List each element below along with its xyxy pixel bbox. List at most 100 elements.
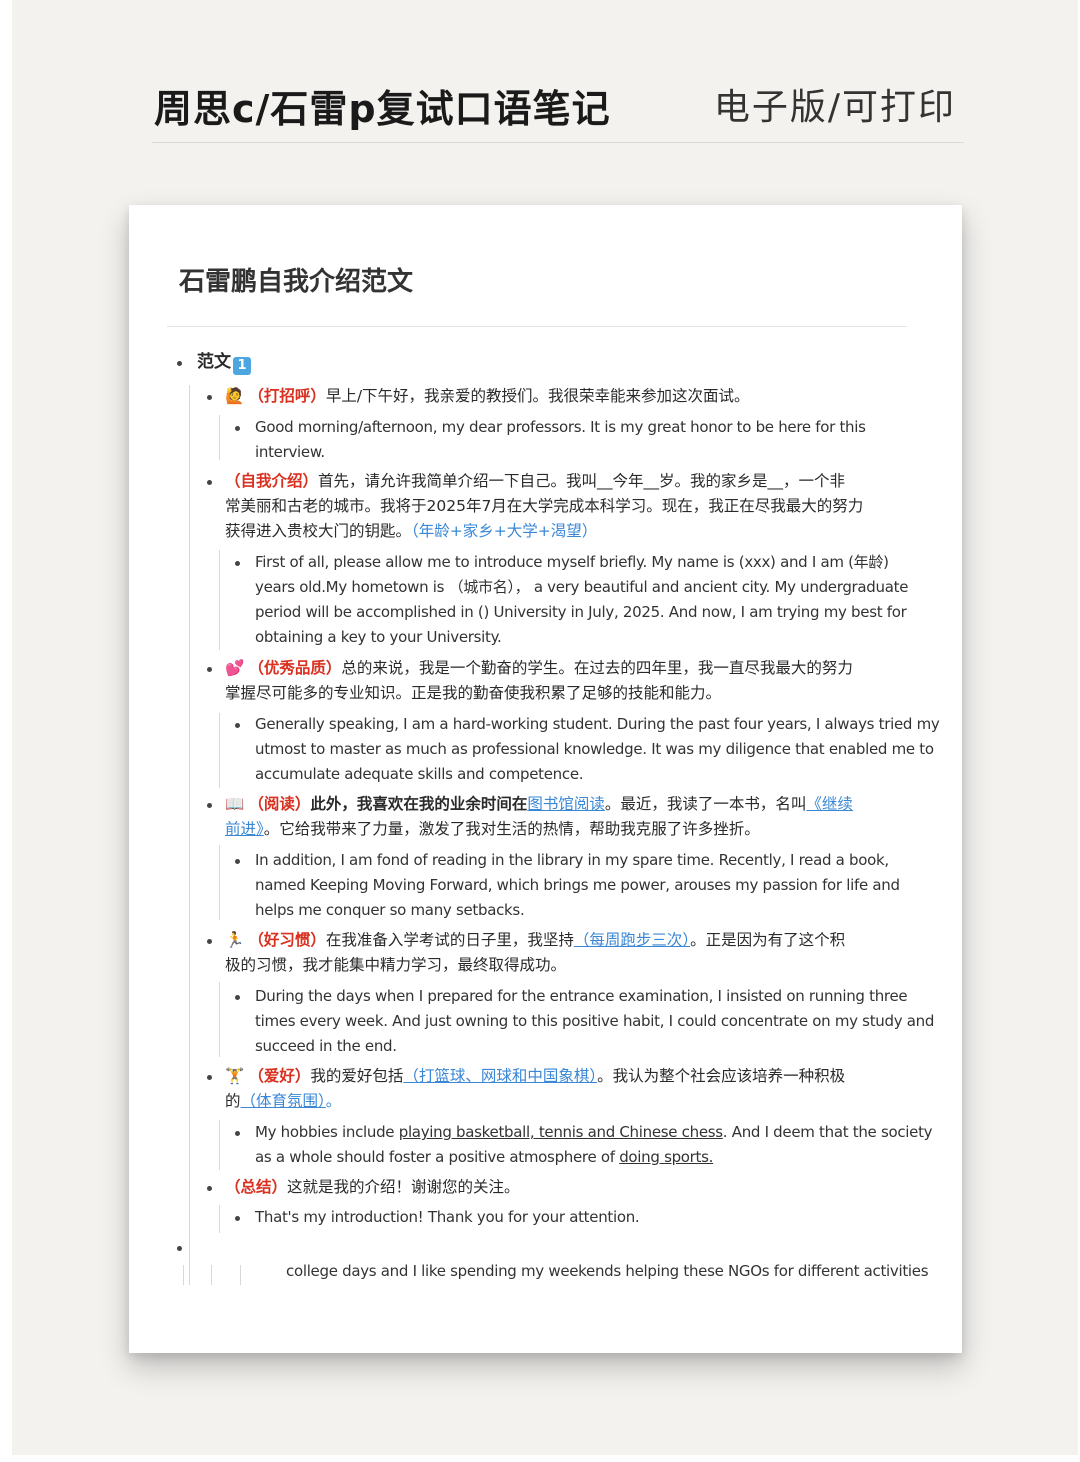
greeting-en-line: Good morning/afternoon, my dear professo…	[255, 418, 866, 436]
raising-hand-icon: 🙋	[225, 387, 245, 405]
indent-guide	[219, 982, 220, 1057]
habit-zh-line: 极的习惯，我才能集中精力学习，最终取得成功。	[225, 956, 567, 974]
bullet	[235, 723, 240, 728]
intro-hint-link[interactable]: （年龄+家乡+大学+渴望）	[411, 522, 597, 540]
habit-text: 。正是因为有了这个积	[690, 931, 846, 949]
book-title-link[interactable]: 前进》	[225, 820, 264, 838]
reading-en-line: named Keeping Moving Forward, which brin…	[255, 876, 900, 894]
reading-text: 。最近，我读了一本书，名叫	[604, 795, 807, 813]
open-book-icon: 📖	[225, 795, 245, 813]
trailing-text: college days and I like spending my week…	[286, 1262, 929, 1280]
intro-tag: （自我介绍）	[225, 472, 319, 490]
hobby-en-underlined: doing sports.	[619, 1148, 714, 1166]
book-title-link[interactable]: 《继续	[806, 795, 853, 813]
two-hearts-icon: 💕	[225, 659, 245, 677]
reading-tag: （阅读）	[248, 795, 311, 813]
hobby-tag: （爱好）	[248, 1067, 311, 1085]
indent-guide	[189, 385, 190, 1285]
indent-guide	[219, 845, 220, 920]
hobby-en-line: My hobbies include playing basketball, t…	[255, 1120, 933, 1145]
indent-guide	[219, 1120, 220, 1170]
indent-guide	[219, 550, 220, 650]
header-divider	[152, 142, 964, 143]
bullet	[177, 1246, 182, 1251]
bullet	[207, 480, 212, 485]
number-one-badge-icon: 1	[233, 357, 251, 375]
bullet	[235, 426, 240, 431]
greeting-text: 早上/下午好，我亲爱的教授们。我很荣幸能来参加这次面试。	[325, 387, 750, 405]
greeting-en-line: interview.	[255, 443, 325, 461]
indent-guide	[219, 1205, 220, 1233]
intro-text: 获得进入贵校大门的钥匙。	[225, 522, 412, 540]
library-reading-link[interactable]: 图书馆阅读	[527, 795, 605, 813]
indent-guide	[219, 713, 220, 788]
habit-en-line: succeed in the end.	[255, 1037, 397, 1055]
hobby-text: 的	[225, 1092, 241, 1110]
bullet	[235, 995, 240, 1000]
hobby-zh-line: 的（体育氛围）。	[225, 1089, 341, 1114]
reading-text: 此外，我喜欢在我的业余时间在	[310, 795, 528, 813]
intro-text: 首先，请允许我简单介绍一下自己。我叫__今年__岁。我的家乡是__，一个非	[318, 472, 846, 490]
hobbies-link[interactable]: （打篮球、网球和中国象棋）	[403, 1067, 597, 1085]
reading-zh-line: 前进》。它给我带来了力量，激发了我对生活的热情，帮助我克服了许多挫折。	[225, 817, 760, 842]
summary-tag: （总结）	[225, 1178, 288, 1196]
hobby-en-line: as a whole should foster a positive atmo…	[255, 1145, 713, 1170]
page-title: 周思c/石雷p复试口语笔记	[154, 87, 611, 131]
habit-text: 在我准备入学考试的日子里，我坚持	[325, 931, 574, 949]
quality-zh-line: 💕 （优秀品质）总的来说，我是一个勤奋的学生。在过去的四年里，我一直尽我最大的努力	[225, 656, 853, 681]
indent-guide	[183, 1265, 184, 1285]
bullet	[235, 859, 240, 864]
bullet	[235, 561, 240, 566]
hobby-en-underlined: playing basketball, tennis and Chinese c…	[398, 1123, 723, 1141]
quality-text: 总的来说，我是一个勤奋的学生。在过去的四年里，我一直尽我最大的努力	[341, 659, 853, 677]
quality-en-line: Generally speaking, I am a hard-working …	[255, 715, 940, 733]
hobby-text: 。	[325, 1092, 342, 1110]
bullet	[235, 1216, 240, 1221]
bullet	[235, 1131, 240, 1136]
quality-tag: （优秀品质）	[248, 659, 342, 677]
bullet	[177, 361, 182, 366]
quality-zh-line: 掌握尽可能多的专业知识。正是我的勤奋使我积累了足够的技能和能力。	[225, 684, 722, 702]
intro-zh-line: 获得进入贵校大门的钥匙。（年龄+家乡+大学+渴望）	[225, 519, 597, 544]
bullet	[207, 667, 212, 672]
habit-en-line: times every week. And just owning to thi…	[255, 1012, 935, 1030]
bullet	[207, 395, 212, 400]
habit-zh-line: 🏃 （好习惯）在我准备入学考试的日子里，我坚持（每周跑步三次）。正是因为有了这个积	[225, 928, 845, 953]
reading-zh-line: 📖 （阅读）此外，我喜欢在我的业余时间在图书馆阅读。最近，我读了一本书，名叫《继续	[225, 792, 853, 817]
weight-lifter-icon: 🏋	[225, 1067, 245, 1085]
hobby-zh-line: 🏋 （爱好）我的爱好包括（打篮球、网球和中国象棋）。我认为整个社会应该培养一种积极	[225, 1064, 845, 1089]
intro-en-line: First of all, please allow me to introdu…	[255, 553, 889, 571]
running-person-icon: 🏃	[225, 931, 245, 949]
hobby-en-text: . And I deem that the society	[722, 1123, 933, 1141]
intro-en-line: period will be accomplished in () Univer…	[255, 603, 907, 621]
habit-tag: （好习惯）	[248, 931, 326, 949]
intro-en-line: years old.My hometown is （城市名）， a very b…	[255, 578, 909, 596]
greeting-zh: 🙋 （打招呼）早上/下午好，我亲爱的教授们。我很荣幸能来参加这次面试。	[225, 384, 750, 409]
hobby-en-text: My hobbies include	[255, 1123, 399, 1141]
quality-en-line: utmost to master as much as professional…	[255, 740, 934, 758]
hobby-text: 。我认为整个社会应该培养一种积极	[597, 1067, 846, 1085]
intro-zh-line: 常美丽和古老的城市。我将于2025年7月在大学完成本科学习。现在，我正在尽我最大…	[225, 497, 864, 515]
indent-guide	[219, 415, 220, 460]
reading-en-line: In addition, I am fond of reading in the…	[255, 851, 889, 869]
intro-en-line: obtaining a key to your University.	[255, 628, 502, 646]
indent-guide	[211, 1265, 212, 1285]
intro-zh-line: （自我介绍）首先，请允许我简单介绍一下自己。我叫__今年__岁。我的家乡是__，…	[225, 469, 845, 494]
summary-zh-line: （总结）这就是我的介绍！谢谢您的关注。	[225, 1175, 520, 1200]
page-subtitle: 电子版/可打印	[713, 87, 956, 128]
quality-en-line: accumulate adequate skills and competenc…	[255, 765, 584, 783]
bullet	[207, 939, 212, 944]
sports-atmosphere-link[interactable]: （体育氛围）	[241, 1092, 326, 1110]
document-sheet: 石雷鹏自我介绍范文 范文 1 🙋 （打招呼）早上/下午好，我亲爱的教授们。我很荣幸能…	[129, 205, 962, 1353]
summary-en-line: That's my introduction! Thank you for yo…	[255, 1208, 640, 1226]
summary-text: 这就是我的介绍！谢谢您的关注。	[287, 1178, 520, 1196]
indent-guide	[240, 1265, 241, 1285]
section-label: 范文	[197, 352, 231, 372]
bullet	[207, 1075, 212, 1080]
greeting-tag: （打招呼）	[248, 387, 326, 405]
hobby-text: 我的爱好包括	[310, 1067, 404, 1085]
running-link[interactable]: （每周跑步三次）	[574, 931, 690, 949]
section-heading: 范文 1	[197, 350, 251, 375]
bullet	[207, 1186, 212, 1191]
habit-en-line: During the days when I prepared for the …	[255, 987, 908, 1005]
